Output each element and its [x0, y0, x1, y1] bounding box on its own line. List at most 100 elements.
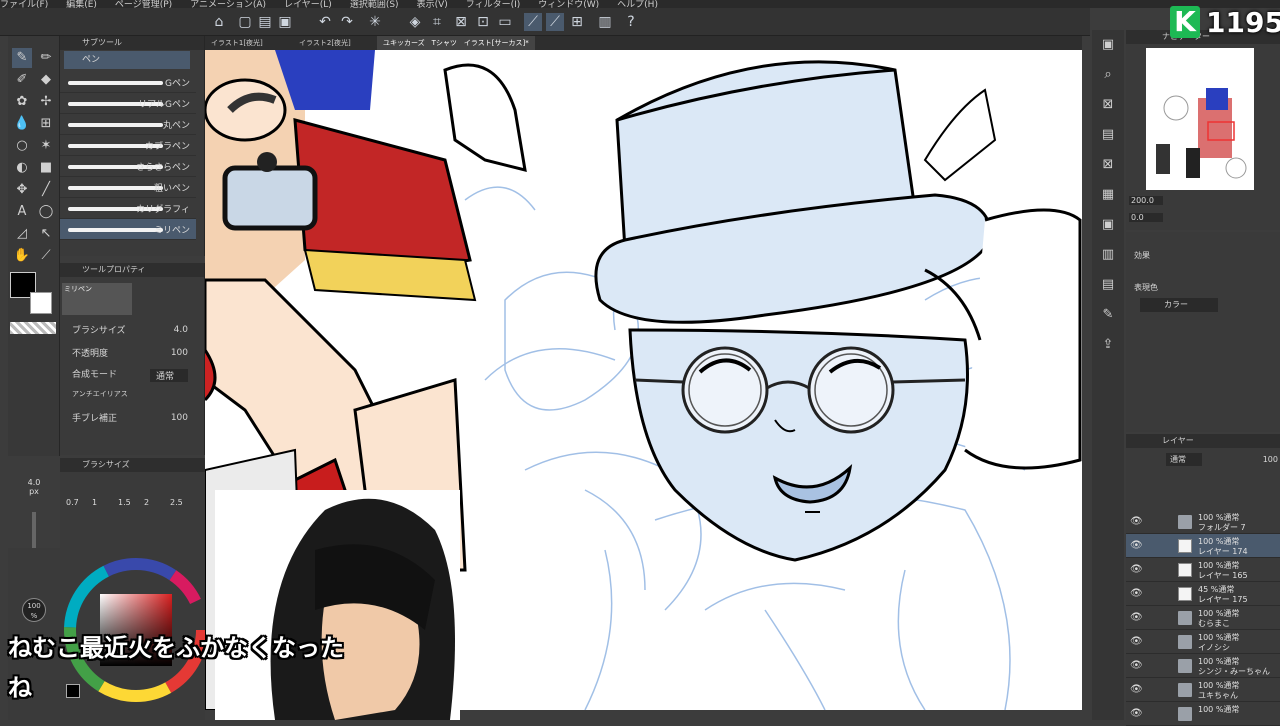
- auto-action-icon[interactable]: ⊠: [1099, 156, 1117, 174]
- menu-item-4[interactable]: レイヤー(L): [284, 1, 332, 9]
- brush-size-preset[interactable]: 0.7: [66, 498, 92, 507]
- sub-view-icon[interactable]: ▣: [1099, 216, 1117, 234]
- undo-icon[interactable]: ↶: [316, 13, 334, 31]
- display-color-select[interactable]: カラー: [1140, 298, 1218, 312]
- new-file-icon[interactable]: ▢: [236, 13, 254, 31]
- help-icon[interactable]: ?: [622, 13, 640, 31]
- pen-tool-icon[interactable]: ✎: [12, 48, 32, 68]
- history-icon[interactable]: ▤: [1099, 126, 1117, 144]
- operation-tool-icon[interactable]: ↖: [36, 224, 56, 244]
- layer-opacity[interactable]: 100: [1208, 453, 1278, 466]
- animation-icon[interactable]: ▤: [1099, 276, 1117, 294]
- brush-size-preset[interactable]: 1.5: [118, 498, 144, 507]
- eye-icon[interactable]: 👁: [1130, 636, 1143, 647]
- brush-item[interactable]: カブラペン: [60, 135, 196, 156]
- companion-icon[interactable]: ▥: [596, 13, 614, 31]
- brush-size-preset[interactable]: 2.5: [170, 498, 196, 507]
- layer-row[interactable]: 👁 100 %通常 ユキちゃん: [1126, 678, 1280, 702]
- item-bank-icon[interactable]: ▦: [1099, 186, 1117, 204]
- eye-icon[interactable]: 👁: [1130, 516, 1143, 527]
- home-icon[interactable]: ⌂: [210, 13, 228, 31]
- balloon-tool-icon[interactable]: ◯: [36, 202, 56, 222]
- color-opacity[interactable]: 100 %: [22, 598, 46, 622]
- menu-item-5[interactable]: 選択範囲(S): [350, 1, 399, 9]
- brush-size-value[interactable]: 4.0: [174, 325, 188, 335]
- hand-tool-icon[interactable]: ✋: [12, 246, 32, 266]
- layer-row[interactable]: 👁 100 %通常 フォルダー 7: [1126, 510, 1280, 534]
- opacity-row[interactable]: 不透明度 100: [72, 346, 200, 364]
- brush-item[interactable]: Gペン: [60, 72, 196, 93]
- text-tool-icon[interactable]: A: [12, 202, 32, 222]
- fill-tool-icon[interactable]: ◐: [12, 158, 32, 178]
- transparent-color-swatch[interactable]: [10, 322, 56, 334]
- brush-item[interactable]: リアルGペン: [60, 93, 196, 114]
- navigator-rotation[interactable]: 0.0: [1129, 213, 1163, 222]
- menu-item-3[interactable]: アニメーション(A): [190, 1, 266, 9]
- opacity-value[interactable]: 100: [171, 348, 188, 358]
- snap-ruler-icon[interactable]: ⟋: [524, 13, 542, 31]
- open-folder-icon[interactable]: ▤: [256, 13, 274, 31]
- brush-item[interactable]: さらさらペン: [60, 156, 196, 177]
- selection-clear-icon[interactable]: ⊠: [452, 13, 470, 31]
- navigator-thumbnail[interactable]: [1146, 48, 1254, 190]
- blend-mode-select[interactable]: 通常: [149, 369, 188, 382]
- material-icon[interactable]: ▣: [1099, 36, 1117, 54]
- brush-size-preset[interactable]: 2: [144, 498, 170, 507]
- antialias-row[interactable]: アンチエイリアス: [72, 389, 200, 407]
- snap-special-ruler-icon[interactable]: ⟋: [546, 13, 564, 31]
- menu-item-7[interactable]: フィルター(I): [466, 1, 521, 9]
- eye-icon[interactable]: 👁: [1130, 660, 1143, 671]
- blend-mode-row[interactable]: 合成モード 通常: [72, 367, 200, 385]
- decoration-tool-icon[interactable]: ✿: [12, 92, 32, 112]
- tab-illust2[interactable]: イラスト2[夜光]: [293, 36, 357, 50]
- stabilization-row[interactable]: 手ブレ補正 100: [72, 411, 200, 429]
- eye-icon[interactable]: 👁: [1130, 684, 1143, 695]
- layer-property-icon[interactable]: ⊠: [1099, 96, 1117, 114]
- navigator-zoom[interactable]: 200.0: [1129, 196, 1163, 205]
- figure-tool-icon[interactable]: ╱: [36, 180, 56, 200]
- eraser-tool-icon[interactable]: ◆: [36, 70, 56, 90]
- eye-icon[interactable]: 👁: [1130, 540, 1143, 551]
- eye-icon[interactable]: 👁: [1130, 708, 1143, 719]
- menu-item-2[interactable]: ページ管理(P): [115, 1, 172, 9]
- menu-item-9[interactable]: ヘルプ(H): [617, 1, 658, 9]
- eyedropper-tool-icon[interactable]: ⟋: [36, 246, 56, 266]
- transform-icon[interactable]: ⌗: [428, 13, 446, 31]
- menu-item-8[interactable]: ウィンドウ(W): [538, 1, 599, 9]
- layer-row[interactable]: 👁 100 %通常 シンジ・みーちゃん: [1126, 654, 1280, 678]
- brush-tool-icon[interactable]: ✐: [12, 70, 32, 90]
- auto-select-tool-icon[interactable]: ✶: [36, 136, 56, 156]
- eye-icon[interactable]: 👁: [1130, 588, 1143, 599]
- snap-grid-icon[interactable]: ⊞: [568, 13, 586, 31]
- menu-item-1[interactable]: 編集(E): [66, 1, 97, 9]
- edit-icon[interactable]: ✎: [1099, 306, 1117, 324]
- brush-item[interactable]: 粗いペン: [60, 177, 196, 198]
- export-icon[interactable]: ⇪: [1099, 336, 1117, 354]
- layer-row[interactable]: 👁 100 %通常: [1126, 702, 1280, 726]
- brush-size-row[interactable]: ブラシサイズ 4.0: [72, 323, 200, 341]
- menu-item-6[interactable]: 表示(V): [417, 1, 448, 9]
- layer-row[interactable]: 👁 100 %通常 レイヤー 165: [1126, 558, 1280, 582]
- save-icon[interactable]: ▣: [276, 13, 294, 31]
- brush-item[interactable]: カリグラフィ: [60, 198, 196, 219]
- airbrush-tool-icon[interactable]: ✢: [36, 92, 56, 112]
- layer-row[interactable]: 👁 100 %通常 むらまこ: [1126, 606, 1280, 630]
- blend-tool-icon[interactable]: 💧: [12, 114, 32, 134]
- redo-icon[interactable]: ↷: [338, 13, 356, 31]
- lasso-tool-icon[interactable]: ○: [12, 136, 32, 156]
- brush-item[interactable]: 丸ペン: [60, 114, 196, 135]
- pencil-tool-icon[interactable]: ✏: [36, 48, 56, 68]
- search-icon[interactable]: ⌕: [1099, 66, 1117, 84]
- brush-size-preset[interactable]: 1: [92, 498, 118, 507]
- layer-search-icon[interactable]: ▥: [1099, 246, 1117, 264]
- selection-invert-icon[interactable]: ⊡: [474, 13, 492, 31]
- brush-item[interactable]: ミリペン: [60, 219, 196, 240]
- eye-icon[interactable]: 👁: [1130, 564, 1143, 575]
- eye-icon[interactable]: 👁: [1130, 612, 1143, 623]
- sub-color-swatch[interactable]: [30, 292, 52, 314]
- layer-row[interactable]: 👁 45 %通常 レイヤー 175: [1126, 582, 1280, 606]
- fill-icon[interactable]: ◈: [406, 13, 424, 31]
- active-tool-tab[interactable]: ペン: [64, 51, 190, 69]
- crop-icon[interactable]: ▭: [496, 13, 514, 31]
- tab-illust1[interactable]: イラスト1[夜光]: [205, 36, 269, 50]
